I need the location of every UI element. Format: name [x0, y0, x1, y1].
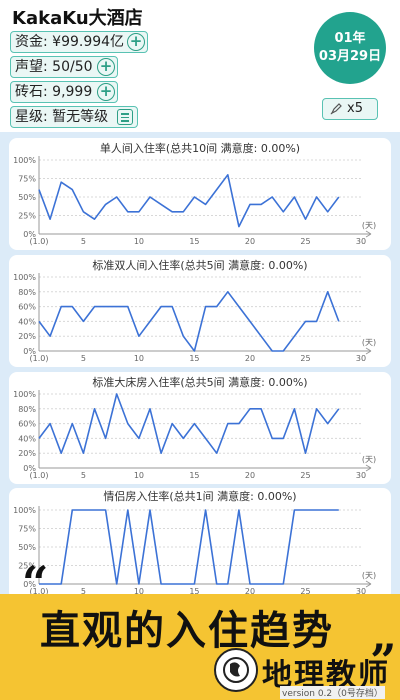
y-tick-label: 100% — [13, 273, 36, 282]
y-tick-label: 75% — [18, 525, 36, 534]
reputation-label: 声望: 50/50 — [15, 59, 93, 75]
x-tick-label: (1.0) — [30, 471, 49, 480]
reputation-stat: 声望: 50/50 + — [10, 56, 118, 78]
date-year: 01年 — [334, 31, 366, 46]
add-gems-button[interactable]: + — [97, 83, 115, 101]
y-tick-label: 50% — [18, 193, 36, 202]
version-label: version 0.2（0号存档） — [280, 686, 385, 699]
double-room-chart: 0%20%40%60%80%100%(1.0) 5 10 15 20 25 30(天) — [13, 273, 376, 363]
star-rating-stat: 星级: 暂无等级 — [10, 106, 138, 128]
y-tick-label: 100% — [13, 156, 36, 165]
x-tick-label: 20 — [245, 237, 255, 246]
gems-stat: 砖石: 9,999 + — [10, 81, 118, 103]
x-tick-label: 10 — [134, 471, 144, 480]
single-room-chart-panel: 单人间入住率(总共10间 满意度: 0.00%) 0% 25% 50% 75% 100%… — [9, 138, 391, 250]
x-tick-label: 20 — [245, 354, 255, 363]
x-tick-label: 30 — [356, 237, 366, 246]
x-tick-label: 5 — [81, 237, 86, 246]
x-unit-label: (天) — [362, 571, 376, 580]
y-tick-label: 40% — [18, 434, 36, 443]
y-tick-label: 20% — [18, 449, 36, 458]
y-tick-label: 25% — [18, 212, 36, 221]
gems-label: 砖石: 9,999 — [15, 84, 93, 100]
single-room-chart: 0%25%50%75%100%(1.0) 5 10 15 20 25 30(天) — [13, 156, 376, 246]
x-tick-label: 20 — [245, 471, 255, 480]
x-tick-label: 5 — [81, 471, 86, 480]
y-tick-label: 50% — [18, 543, 36, 552]
date-badge: 01年 03月29日 — [314, 12, 386, 84]
x-tick-label: 25 — [300, 237, 310, 246]
y-tick-label: 80% — [18, 288, 36, 297]
date-day: 03月29日 — [318, 49, 382, 64]
king-room-chart: 0%20%40%60%80%100%(1.0) 5 10 15 20 25 30(天) — [13, 390, 376, 480]
x-tick-label: 5 — [81, 354, 86, 363]
game-speed-button[interactable]: x5 — [322, 98, 378, 120]
y-tick-label: 60% — [18, 420, 36, 429]
top-status-bar: KakaKu大酒店 资金: ¥99.994亿 + 声望: 50/50 + 砖石:… — [0, 0, 400, 132]
y-tick-label: 40% — [18, 317, 36, 326]
y-tick-label: 75% — [18, 175, 36, 184]
promo-banner-text: 直观的入住趋势 — [40, 608, 334, 654]
y-tick-label: 60% — [18, 303, 36, 312]
x-tick-label: 30 — [356, 354, 366, 363]
add-funds-button[interactable]: + — [127, 33, 145, 51]
y-tick-label: 100% — [13, 390, 36, 399]
x-unit-label: (天) — [362, 338, 376, 347]
x-unit-label: (天) — [362, 221, 376, 230]
x-tick-label: 15 — [189, 471, 199, 480]
x-tick-label: 15 — [189, 237, 199, 246]
couple-room-chart-panel: 情侣房入住率(总共1间 满意度: 0.00%) 0% 25% 50% 75% 100%(… — [9, 488, 391, 600]
y-tick-label: 100% — [13, 506, 36, 515]
watermark-logo — [214, 648, 258, 692]
x-tick-label: 10 — [134, 237, 144, 246]
funds-stat: 资金: ¥99.994亿 + — [10, 31, 148, 53]
x-tick-label: 10 — [134, 354, 144, 363]
globe-icon — [223, 657, 249, 683]
occupancy-line — [38, 173, 340, 228]
x-tick-label: 25 — [300, 354, 310, 363]
hotel-name: KakaKu大酒店 — [12, 8, 143, 29]
funds-label: 资金: ¥99.994亿 — [15, 34, 125, 50]
x-tick-label: (1.0) — [30, 237, 49, 246]
list-icon[interactable] — [117, 109, 133, 125]
couple-room-chart: 0%25%50%75%100%(1.0) 5 10 15 20 25 30(天) — [13, 506, 376, 596]
king-room-chart-panel: 标准大床房入住率(总共5间 满意度: 0.00%) 0% 20% 40% 60% 80%… — [9, 372, 391, 484]
game-speed-label: x5 — [347, 101, 363, 116]
x-tick-label: 30 — [356, 471, 366, 480]
y-tick-label: 80% — [18, 405, 36, 414]
x-unit-label: (天) — [362, 455, 376, 464]
star-rating-label: 星级: 暂无等级 — [15, 109, 109, 125]
x-tick-label: 15 — [189, 354, 199, 363]
rocket-icon — [330, 103, 342, 115]
x-tick-label: 25 — [300, 471, 310, 480]
add-reputation-button[interactable]: + — [97, 58, 115, 76]
x-tick-label: (1.0) — [30, 354, 49, 363]
double-room-chart-panel: 标准双人间入住率(总共5间 满意度: 0.00%) 0% 20% 40% 60% 80%… — [9, 255, 391, 367]
y-tick-label: 20% — [18, 332, 36, 341]
